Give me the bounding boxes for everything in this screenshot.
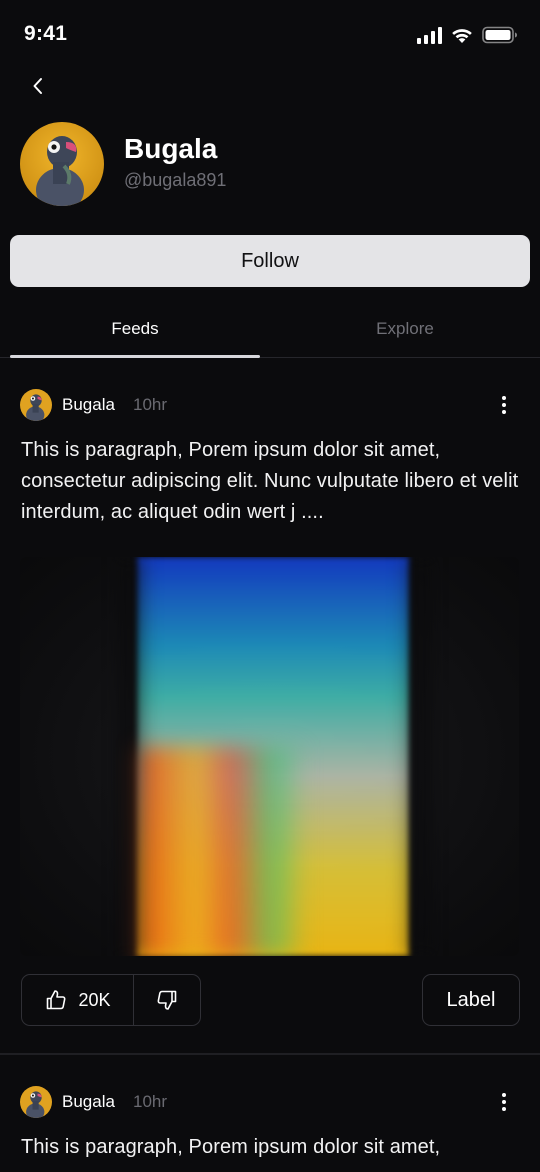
follow-button[interactable]: Follow xyxy=(10,235,530,287)
status-time: 9:41 xyxy=(24,22,68,45)
more-options-button[interactable] xyxy=(492,1090,516,1114)
profile-name: Bugala xyxy=(124,133,218,164)
post-avatar[interactable] xyxy=(20,389,52,421)
more-vertical-icon xyxy=(502,396,506,400)
status-bar: 9:41 xyxy=(0,0,540,70)
post-header: Bugala 10hr xyxy=(20,1086,520,1118)
tab-bar: Feeds Explore xyxy=(0,300,540,358)
label-button[interactable]: Label xyxy=(422,974,520,1026)
vote-group: 20K xyxy=(21,974,201,1026)
downvote-button[interactable] xyxy=(134,975,200,1025)
post-actions: 20K Label xyxy=(20,974,520,1026)
cellular-signal-icon xyxy=(417,26,442,44)
chevron-left-icon xyxy=(33,78,42,94)
profile-avatar[interactable] xyxy=(20,122,104,206)
feed-post: Bugala 10hr This is paragraph, Porem ips… xyxy=(0,1086,540,1172)
tab-feeds[interactable]: Feeds xyxy=(0,300,270,358)
post-author[interactable]: Bugala xyxy=(62,395,115,415)
profile-handle: @bugala891 xyxy=(124,170,227,190)
post-text: This is paragraph, Porem ipsum dolor sit… xyxy=(21,439,519,523)
thumbs-down-icon xyxy=(157,990,177,1010)
tab-explore[interactable]: Explore xyxy=(270,300,540,358)
status-icons xyxy=(417,26,518,44)
thumbs-up-icon xyxy=(47,990,66,1010)
wifi-icon xyxy=(450,26,474,44)
upvote-count: 20K xyxy=(78,989,111,1010)
back-button[interactable] xyxy=(22,70,54,102)
post-author[interactable]: Bugala xyxy=(62,1092,115,1112)
post-avatar[interactable] xyxy=(20,1086,52,1118)
post-image[interactable] xyxy=(20,557,519,956)
post-divider xyxy=(0,1053,540,1055)
post-time: 10hr xyxy=(133,1092,168,1111)
post-text: This is paragraph, Porem ipsum dolor sit… xyxy=(21,1136,441,1158)
upvote-button[interactable]: 20K xyxy=(22,975,134,1025)
post-header: Bugala 10hr xyxy=(20,389,520,421)
active-tab-indicator xyxy=(10,355,260,358)
post-time: 10hr xyxy=(133,395,168,414)
battery-icon xyxy=(482,26,518,44)
more-vertical-icon xyxy=(502,1093,506,1097)
feed-post: Bugala 10hr This is paragraph, Porem ips… xyxy=(0,389,540,1039)
more-options-button[interactable] xyxy=(492,393,516,417)
profile-screen: 9:41 Bugala @bugala891 Follow Feeds Expl… xyxy=(0,0,540,1172)
